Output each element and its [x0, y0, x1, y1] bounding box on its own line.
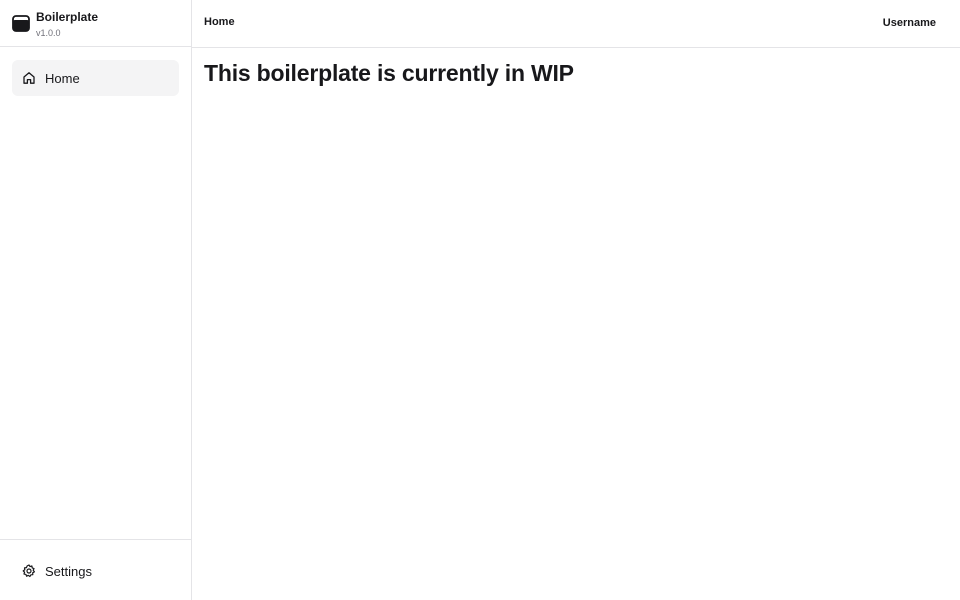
- sidebar-item-label: Home: [45, 71, 80, 86]
- sidebar-item-settings[interactable]: Settings: [12, 553, 179, 589]
- app-window-icon: [12, 15, 30, 32]
- sidebar-item-home[interactable]: Home: [12, 60, 179, 96]
- sidebar-footer: Settings: [0, 539, 191, 600]
- sidebar: Boilerplate v1.0.0 Home Settings: [0, 0, 192, 600]
- gear-icon: [22, 564, 36, 578]
- breadcrumb[interactable]: Home: [204, 16, 235, 28]
- brand-header: Boilerplate v1.0.0: [0, 0, 191, 47]
- main-content: This boilerplate is currently in WIP: [192, 48, 960, 600]
- page-title: This boilerplate is currently in WIP: [204, 60, 574, 86]
- user-menu-button[interactable]: Username: [883, 17, 936, 29]
- app-name: Boilerplate: [36, 10, 99, 24]
- app-version: v1.0.0: [36, 28, 61, 38]
- home-icon: [22, 71, 36, 85]
- top-bar: Home Username: [192, 0, 960, 48]
- sidebar-item-label: Settings: [45, 564, 92, 579]
